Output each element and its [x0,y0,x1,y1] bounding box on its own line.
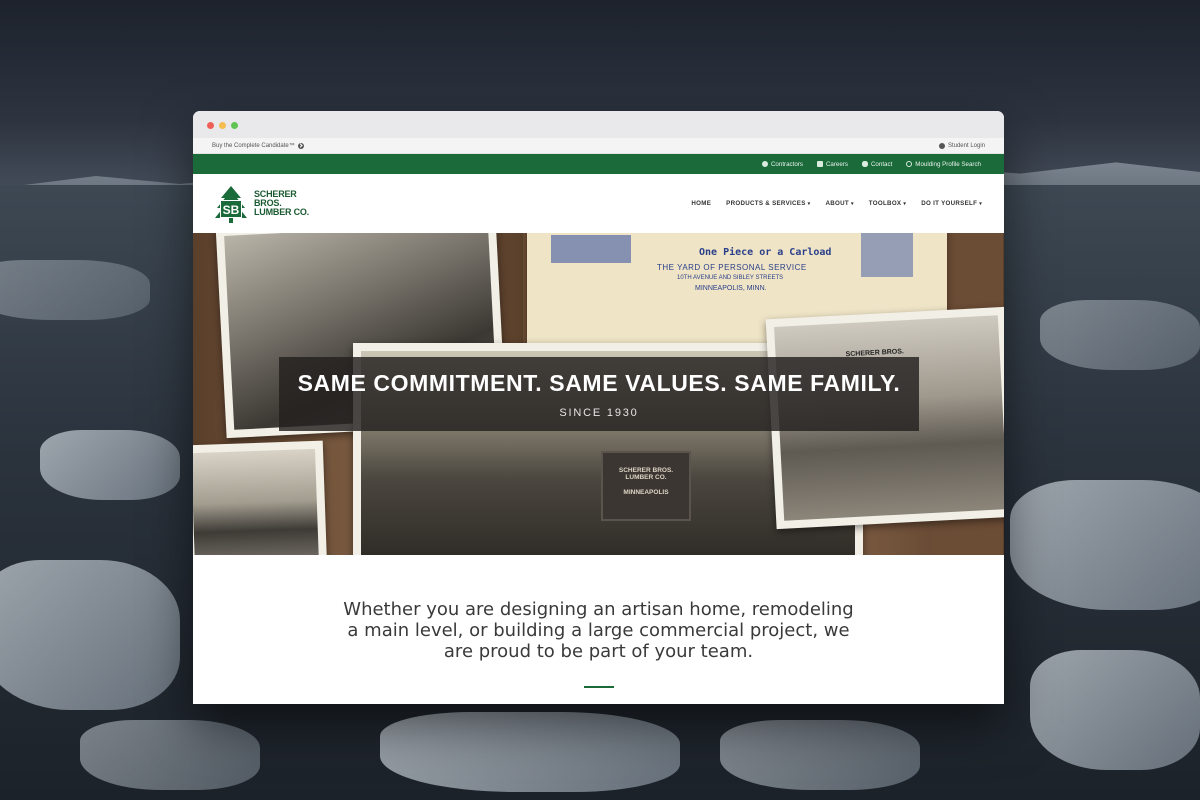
ice-floe [1030,650,1200,770]
ice-floe [380,712,680,792]
student-login-label: Student Login [947,142,985,149]
student-login-link[interactable]: Student Login [938,142,985,149]
letterhead-line-2: THE YARD OF PERSONAL SERVICE [657,263,807,272]
arrow-right-icon [297,142,304,149]
moulding-search-link[interactable]: Moulding Profile Search [906,161,981,168]
nav-about[interactable]: ABOUT ▾ [825,200,853,207]
tree-logo-icon: SB [215,185,247,223]
intro-tagline: Whether you are designing an artisan hom… [343,599,854,662]
moulding-search-label: Moulding Profile Search [915,160,981,168]
nav-products-services-label: PRODUCTS & SERVICES [726,200,806,207]
hero-title: SAME COMMITMENT. SAME VALUES. SAME FAMIL… [297,369,901,396]
hero-banner: SAME COMMITMENT. SAME VALUES. SAME FAMIL… [279,357,919,431]
top-green-bar: Contractors Careers Contact Moulding Pro… [193,154,1004,174]
close-window-button[interactable] [207,122,214,129]
nav-toolbox-label: TOOLBOX [868,200,902,207]
nav-about-label: ABOUT [825,200,849,207]
contact-link[interactable]: Contact [861,160,893,168]
complete-candidate-link[interactable]: Buy the Complete Candidate™ [212,142,304,149]
ice-floe [0,260,150,320]
ice-floe [80,720,260,790]
chevron-down-icon: ▾ [850,200,854,207]
logo-wordmark: SCHERER BROS. LUMBER CO. [254,190,309,217]
contractors-link[interactable]: Contractors [761,160,803,168]
ice-floe [40,430,180,500]
letterhead-building-drawing [861,233,913,277]
site-logo[interactable]: SB SCHERER BROS. LUMBER CO. [211,184,309,224]
hero-section: One Piece or a Carload THE YARD OF PERSO… [193,233,1004,555]
ice-floe [720,720,920,790]
nav-products-services[interactable]: PRODUCTS & SERVICES ▾ [726,200,810,207]
nav-home[interactable]: HOME [691,200,711,207]
letterhead-truck-drawing [551,235,631,263]
letterhead-line-3: 10TH AVENUE AND SIBLEY STREETS [677,275,784,281]
nav-do-it-yourself[interactable]: DO IT YOURSELF ▾ [921,200,982,207]
browser-titlebar [193,111,1004,138]
primary-nav: HOME PRODUCTS & SERVICES ▾ ABOUT ▾ TOOLB… [691,200,982,207]
truck-text-3: MINNEAPOLIS [623,489,669,496]
ice-floe [1010,480,1200,610]
edit-icon [816,161,823,167]
chevron-down-icon: ▾ [807,200,811,207]
chevron-down-icon: ▾ [903,200,907,207]
contractors-label: Contractors [770,160,803,168]
vintage-photo-trucks [193,440,328,555]
user-icon [761,161,768,167]
careers-link[interactable]: Careers [816,160,848,168]
logo-monogram: SB [223,203,240,217]
minimize-window-button[interactable] [219,122,226,129]
nav-home-label: HOME [691,200,712,207]
truck-door-panel: SCHERER BROS. LUMBER CO. MINNEAPOLIS [601,451,691,521]
browser-window: Buy the Complete Candidate™ Student Logi… [193,111,1004,704]
main-navbar: SB SCHERER BROS. LUMBER CO. HOME PRODUCT… [193,174,1004,233]
careers-label: Careers [825,160,848,168]
truck-text-1: SCHERER BROS. [618,467,674,474]
nav-toolbox[interactable]: TOOLBOX ▾ [869,200,906,207]
section-divider [583,686,614,688]
search-icon [906,161,913,167]
nav-do-it-yourself-label: DO IT YOURSELF [921,200,978,207]
contact-label: Contact [870,160,893,168]
ice-floe [0,560,180,710]
user-icon [938,142,945,149]
complete-candidate-label: Buy the Complete Candidate™ [212,142,295,149]
intro-section: Whether you are designing an artisan hom… [193,555,1004,704]
ice-floe [1040,300,1200,370]
maximize-window-button[interactable] [231,122,238,129]
letterhead-slogan: One Piece or a Carload [699,247,832,258]
letterhead-line-4: MINNEAPOLIS, MINN. [695,285,767,292]
hero-subtitle: SINCE 1930 [559,406,639,419]
utility-bar: Buy the Complete Candidate™ Student Logi… [193,138,1004,154]
chat-icon [861,161,868,167]
chevron-down-icon: ▾ [979,200,982,207]
truck-text-2: LUMBER CO. [625,474,667,481]
logo-line-3: LUMBER CO. [254,207,309,217]
